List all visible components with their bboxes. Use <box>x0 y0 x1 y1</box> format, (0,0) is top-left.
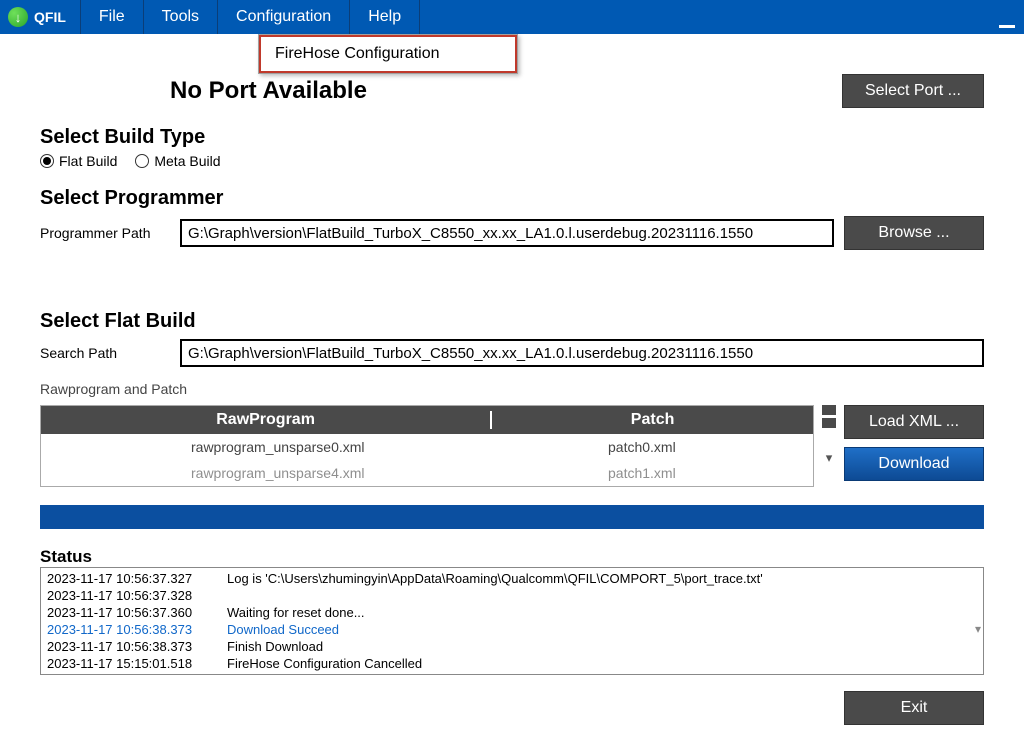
column-patch: Patch <box>492 411 813 429</box>
browse-button[interactable]: Browse ... <box>844 216 984 250</box>
status-log[interactable]: 2023-11-17 10:56:37.327Log is 'C:\Users\… <box>40 567 984 675</box>
menu-tools[interactable]: Tools <box>144 0 218 34</box>
menu-configuration[interactable]: Configuration <box>218 0 350 34</box>
chevron-down-icon: ▾ <box>975 621 981 638</box>
status-line: 2023-11-17 10:56:38.373Finish Download <box>47 638 977 655</box>
status-heading: Status <box>40 547 984 567</box>
menu-file[interactable]: File <box>81 0 144 34</box>
programmer-heading: Select Programmer <box>40 187 984 210</box>
status-line: 2023-11-17 10:56:38.373Download Succeed <box>47 621 977 638</box>
column-rawprogram: RawProgram <box>41 411 492 429</box>
programmer-path-label: Programmer Path <box>40 225 170 241</box>
radio-meta-build[interactable]: Meta Build <box>135 153 220 169</box>
minimize-icon <box>999 25 1015 28</box>
scrollbar-thumb-icon <box>822 405 836 415</box>
table-row[interactable]: rawprogram_unsparse4.xml patch1.xml <box>41 460 813 486</box>
programmer-path-input[interactable] <box>180 219 834 247</box>
scrollbar-thumb-icon <box>822 418 836 428</box>
chevron-down-icon: ▾ <box>822 451 836 465</box>
menubar: ↓ QFIL File Tools Configuration Help <box>0 0 1024 34</box>
app-name: QFIL <box>34 9 66 25</box>
load-xml-button[interactable]: Load XML ... <box>844 405 984 439</box>
status-line: 2023-11-17 10:56:37.360Waiting for reset… <box>47 604 977 621</box>
search-path-input[interactable] <box>180 339 984 367</box>
download-button[interactable]: Download <box>844 447 984 481</box>
menu-help[interactable]: Help <box>350 0 420 34</box>
cell-raw: rawprogram_unsparse0.xml <box>41 439 478 455</box>
app-badge: ↓ QFIL <box>0 0 81 34</box>
cell-patch: patch1.xml <box>478 465 813 481</box>
window-minimize-button[interactable] <box>990 0 1024 34</box>
status-line: 2023-11-17 10:56:37.327Log is 'C:\Users\… <box>47 570 977 587</box>
status-line: 2023-11-17 10:56:37.328 <box>47 587 977 604</box>
rawprogram-patch-label: Rawprogram and Patch <box>40 381 984 397</box>
status-line: 2023-11-17 15:15:01.518FireHose Configur… <box>47 655 977 672</box>
download-arrow-icon: ↓ <box>8 7 28 27</box>
flat-build-heading: Select Flat Build <box>40 310 984 333</box>
search-path-label: Search Path <box>40 345 170 361</box>
build-type-heading: Select Build Type <box>40 126 984 149</box>
cell-raw: rawprogram_unsparse4.xml <box>41 465 478 481</box>
exit-button[interactable]: Exit <box>844 691 984 725</box>
configuration-dropdown: FireHose Configuration <box>258 34 518 74</box>
cell-patch: patch0.xml <box>478 439 813 455</box>
rawprogram-patch-table: RawProgram Patch rawprogram_unsparse0.xm… <box>40 405 814 487</box>
select-port-button[interactable]: Select Port ... <box>842 74 984 108</box>
progress-bar <box>40 505 984 529</box>
firehose-configuration-item[interactable]: FireHose Configuration <box>259 35 517 73</box>
table-scrollbar[interactable]: ▾ <box>822 405 836 465</box>
radio-flat-label: Flat Build <box>59 153 117 169</box>
port-status: No Port Available <box>170 77 367 105</box>
table-row[interactable]: rawprogram_unsparse0.xml patch0.xml <box>41 434 813 460</box>
radio-meta-label: Meta Build <box>154 153 220 169</box>
radio-flat-build[interactable]: Flat Build <box>40 153 117 169</box>
